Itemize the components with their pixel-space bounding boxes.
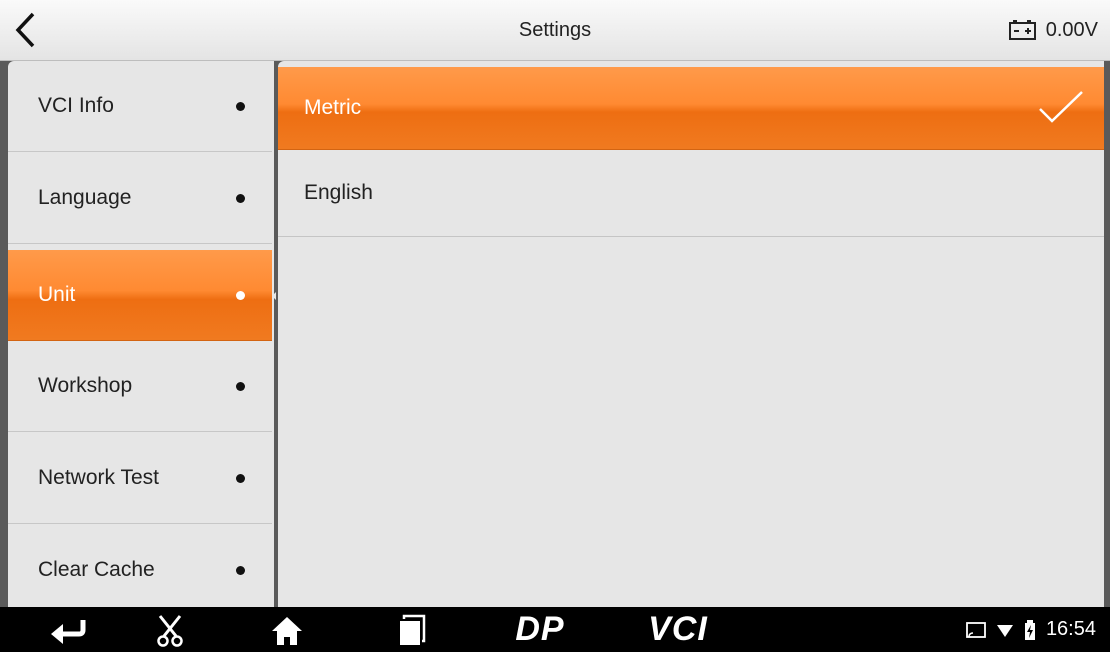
bullet-dot-icon — [236, 101, 245, 111]
bullet-dot-icon — [236, 193, 245, 203]
page-title: Settings — [518, 19, 592, 41]
bullet-dot-icon — [236, 290, 245, 300]
checkmark-icon — [1039, 91, 1083, 123]
status-area: 16:54 — [966, 607, 1096, 652]
recent-apps-icon — [400, 614, 426, 645]
settings-content: VCI Info Language Unit Workshop Network … — [0, 61, 1110, 607]
voltage-value: 0.00V — [1045, 18, 1098, 41]
back-arrow-icon — [51, 619, 86, 644]
sidebar-item-label: Workshop — [38, 374, 133, 397]
sidebar-item-label: Network Test — [38, 466, 159, 489]
sidebar-item-label: Unit — [38, 283, 76, 306]
home-button[interactable] — [264, 607, 310, 652]
home-icon — [272, 616, 302, 645]
bullet-dot-icon — [236, 565, 245, 575]
sidebar-item-workshop[interactable]: Workshop — [8, 341, 272, 432]
vci-app-button[interactable]: VCI — [638, 607, 718, 652]
voltage-indicator: 0.00V — [1008, 0, 1098, 60]
nav-back-button[interactable] — [42, 607, 92, 652]
title-bar: Settings 0.00V — [0, 0, 1110, 61]
sidebar-item-label: Language — [38, 186, 132, 209]
sidebar-item-network-test[interactable]: Network Test — [8, 433, 272, 524]
option-metric[interactable]: Metric — [278, 67, 1104, 150]
sidebar-item-vci-info[interactable]: VCI Info — [8, 61, 272, 152]
screenshot-button[interactable] — [150, 607, 190, 652]
unit-options-panel: Metric English — [278, 61, 1104, 607]
sidebar-item-label: Clear Cache — [38, 558, 155, 581]
recent-apps-button[interactable] — [388, 607, 434, 652]
settings-sidebar: VCI Info Language Unit Workshop Network … — [8, 61, 274, 607]
battery-icon — [1024, 619, 1036, 640]
brand-vci-logo: VCI — [648, 610, 708, 648]
clock: 16:54 — [1045, 618, 1096, 640]
bullet-dot-icon — [236, 473, 245, 483]
dp-app-button[interactable]: DP — [500, 607, 580, 652]
option-english[interactable]: English — [278, 150, 1104, 237]
scissors-icon — [157, 614, 183, 647]
wifi-icon — [996, 622, 1014, 638]
option-label: Metric — [304, 96, 362, 119]
active-item-pointer — [272, 292, 276, 300]
sidebar-item-language[interactable]: Language — [8, 153, 272, 244]
system-nav-bar: DP VCI 16:54 — [0, 607, 1110, 652]
sidebar-item-label: VCI Info — [38, 94, 114, 117]
cast-icon — [966, 621, 986, 639]
brand-dp-logo: DP — [515, 610, 565, 648]
bullet-dot-icon — [236, 381, 245, 391]
option-label: English — [304, 181, 373, 204]
sidebar-item-clear-cache[interactable]: Clear Cache — [8, 525, 272, 607]
sidebar-item-unit[interactable]: Unit — [8, 250, 272, 341]
battery-voltage-icon — [1008, 20, 1036, 40]
